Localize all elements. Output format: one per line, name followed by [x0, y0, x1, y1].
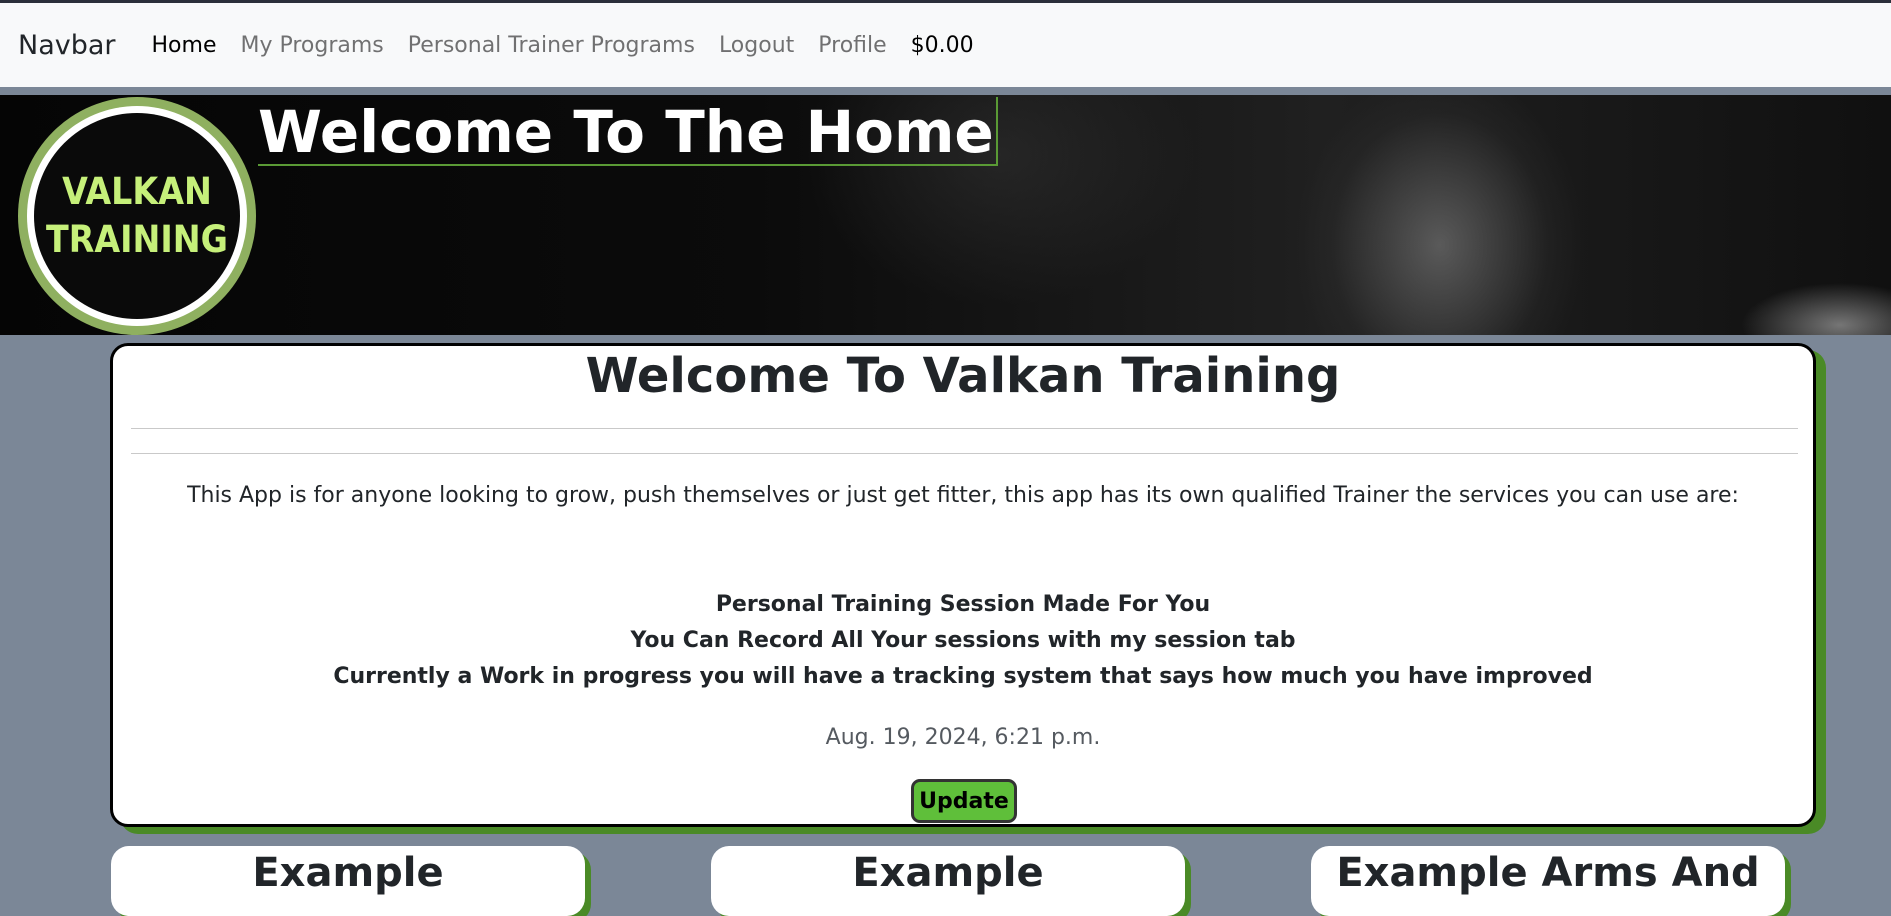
- navbar-brand[interactable]: Navbar: [18, 30, 116, 61]
- nav-link-home[interactable]: Home: [152, 33, 217, 58]
- logo-text-line2: TRAINING: [46, 218, 228, 261]
- card-title: Welcome To Valkan Training: [585, 348, 1341, 404]
- nav-link-logout[interactable]: Logout: [719, 33, 794, 58]
- feature-item: Personal Training Session Made For You: [715, 592, 1211, 617]
- updated-date: Aug. 19, 2024, 6:21 p.m.: [825, 725, 1101, 750]
- update-button[interactable]: Update: [911, 779, 1017, 823]
- program-card[interactable]: Example: [711, 846, 1185, 916]
- feature-item: You Can Record All Your sessions with my…: [630, 628, 1296, 653]
- program-card-title: Example: [852, 850, 1044, 896]
- program-card-title: Example: [252, 850, 444, 896]
- nav-link-profile[interactable]: Profile: [818, 33, 886, 58]
- feature-item: Currently a Work in progress you will ha…: [333, 664, 1593, 689]
- valkan-logo: VALKAN TRAINING: [18, 97, 256, 335]
- nav-link-personal-trainer-programs[interactable]: Personal Trainer Programs: [408, 33, 695, 58]
- hero-title: Welcome To The Home: [258, 97, 998, 166]
- program-card[interactable]: Example: [111, 846, 585, 916]
- cart-amount[interactable]: $0.00: [911, 33, 974, 58]
- program-card[interactable]: Example Arms And: [1311, 846, 1785, 916]
- logo-text-line1: VALKAN: [62, 170, 212, 213]
- navbar: Navbar Home My Programs Personal Trainer…: [0, 3, 1891, 87]
- divider-bottom: [131, 453, 1798, 454]
- nav-link-my-programs[interactable]: My Programs: [240, 33, 383, 58]
- hero-banner: VALKAN TRAINING Welcome To The Home: [0, 95, 1891, 335]
- divider-top: [131, 428, 1798, 429]
- program-card-title: Example Arms And: [1336, 850, 1760, 896]
- card-description: This App is for anyone looking to grow, …: [187, 483, 1739, 508]
- welcome-card: Welcome To Valkan Training This App is f…: [110, 343, 1816, 827]
